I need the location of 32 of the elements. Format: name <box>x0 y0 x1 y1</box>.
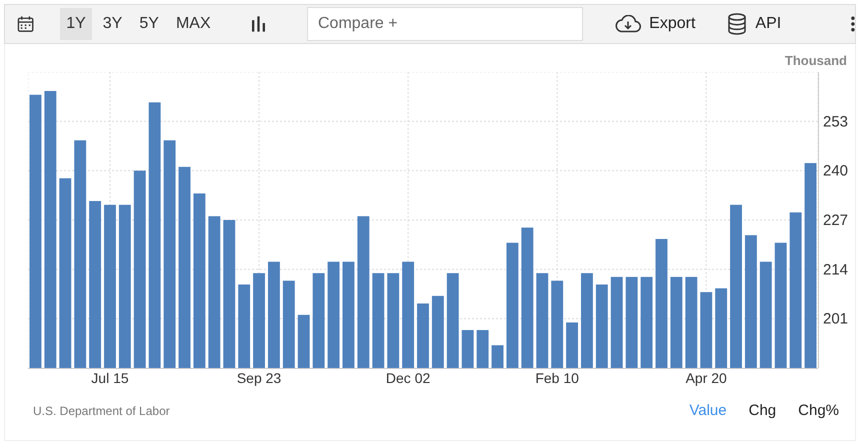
cloud-download-icon <box>615 15 642 33</box>
x-axis-label: Feb 10 <box>535 370 579 386</box>
y-axis-label: 214 <box>823 261 848 278</box>
api-button[interactable]: API <box>723 13 786 35</box>
x-axis-label: Jul 15 <box>91 370 129 386</box>
view-tab[interactable]: Chg% <box>798 402 839 419</box>
export-button[interactable]: Export <box>611 15 700 33</box>
compare-field[interactable]: Compare + <box>306 7 584 41</box>
range-tab[interactable]: 3Y <box>96 8 128 40</box>
x-axis-label: Apr 20 <box>686 370 727 386</box>
y-axis-label: 201 <box>823 310 848 328</box>
y-axis-label: 227 <box>823 212 848 229</box>
view-tab[interactable]: Chg <box>748 402 776 419</box>
bar <box>298 314 310 368</box>
bar <box>417 303 429 368</box>
calendar-icon[interactable] <box>17 15 34 33</box>
y-axis-label: 240 <box>823 162 848 180</box>
bar-chart-icon[interactable] <box>252 16 265 32</box>
x-axis-label: Sep 23 <box>236 370 282 386</box>
bar <box>476 330 489 368</box>
bar <box>492 345 504 368</box>
bar <box>462 330 474 368</box>
more-options-icon[interactable] <box>851 16 856 32</box>
database-icon <box>727 13 748 35</box>
range-tab[interactable]: 5Y <box>133 8 165 40</box>
y-axis-label: 253 <box>823 113 848 130</box>
x-axis-label: Dec 02 <box>386 370 430 386</box>
unit-label: Thousand <box>784 53 847 70</box>
source-text: U.S. Department of Labor <box>33 404 170 418</box>
bar <box>566 322 578 368</box>
range-tab[interactable]: MAX <box>170 8 217 40</box>
range-tab[interactable]: 1Y <box>60 8 92 40</box>
